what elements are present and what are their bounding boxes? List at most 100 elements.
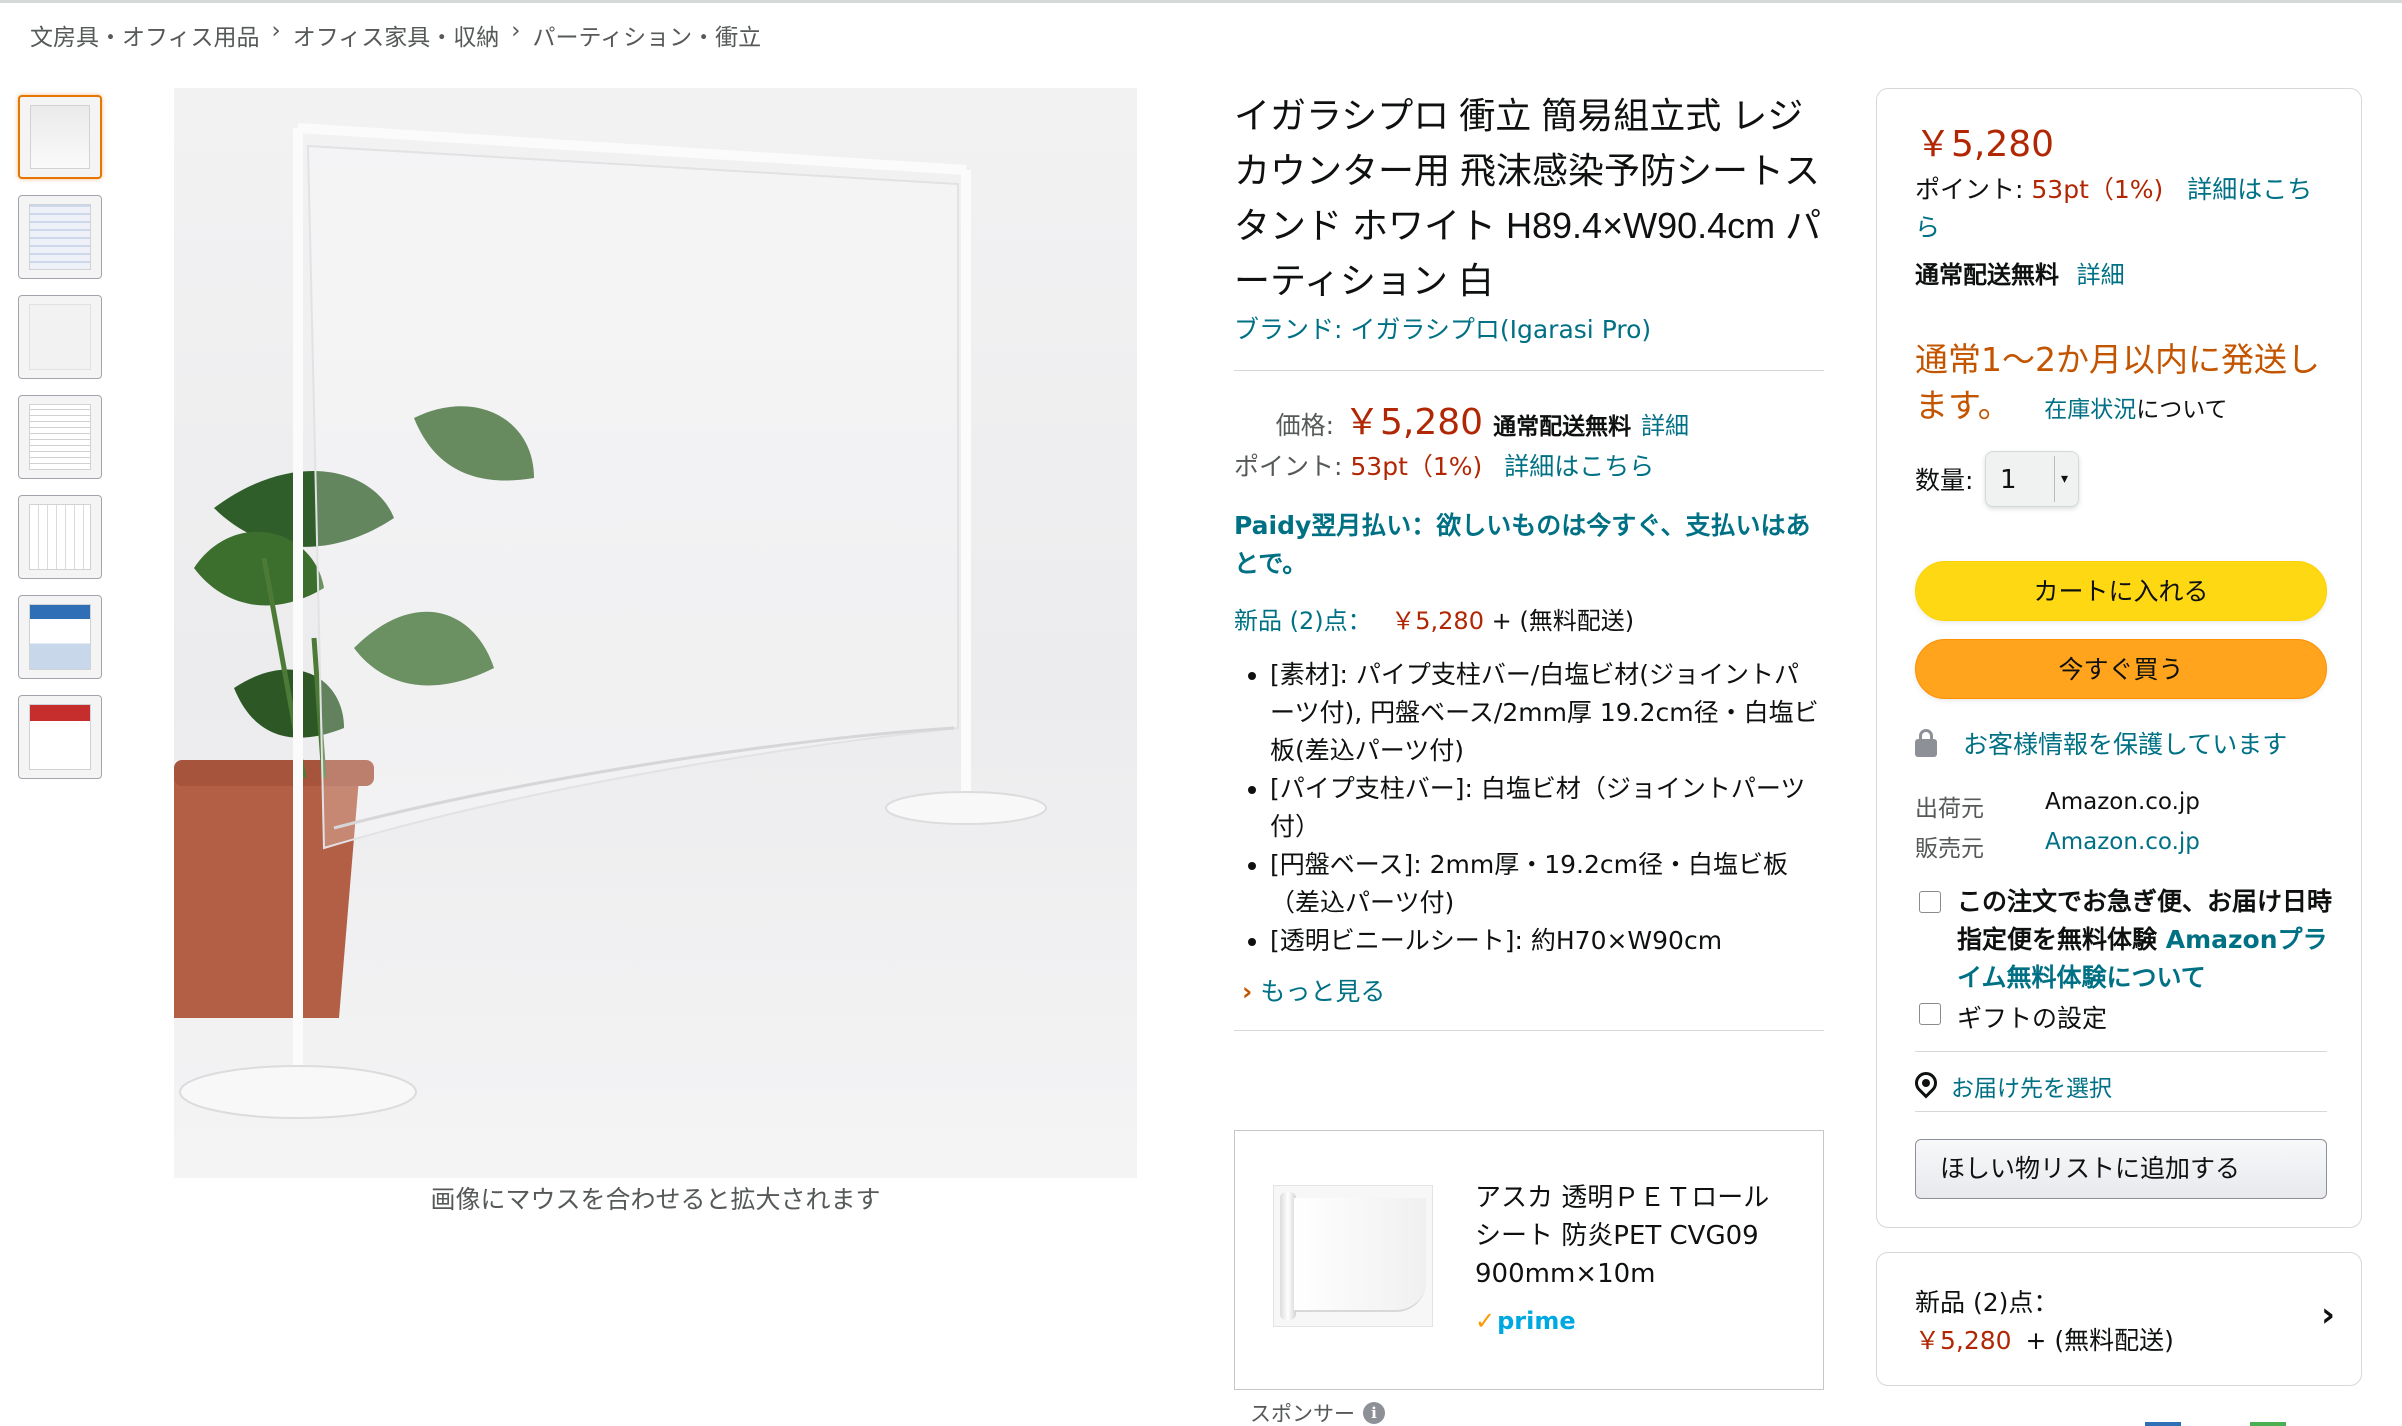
thumbnail-4[interactable] (18, 395, 102, 479)
other-sellers-price-row: ￥5,280 + (無料配送) (1915, 1321, 2174, 1357)
quantity-value: 1 (2000, 465, 2017, 495)
feature-bullet: [パイプ支柱バー]: 白塩ビ材（ジョイントパーツ付） (1270, 770, 1824, 846)
gift-checkbox[interactable] (1919, 1003, 1941, 1025)
feature-bullet: [透明ビニールシート]: 約H70×W90cm (1270, 922, 1824, 960)
main-product-image[interactable] (174, 88, 1137, 1178)
thumbnail-image (29, 604, 91, 670)
divider (1915, 1111, 2327, 1112)
sponsored-product-image (1273, 1185, 1433, 1327)
sponsored-product-card[interactable]: アスカ 透明ＰＥＴロールシート 防炎PET CVG09 900mm×10m ✓p… (1234, 1130, 1824, 1390)
thumbnail-image (29, 404, 91, 470)
thumbnail-2[interactable] (18, 195, 102, 279)
ships-from-label: 出荷元 (1915, 796, 1984, 822)
sponsored-product-title[interactable]: アスカ 透明ＰＥＴロールシート 防炎PET CVG09 900mm×10m (1475, 1179, 1795, 1293)
breadcrumb-separator: › (271, 18, 281, 44)
product-title: イガラシプロ 衝立 簡易組立式 レジカウンター用 飛沫感染予防シートスタンド ホ… (1234, 95, 1822, 301)
feature-bullets: [素材]: パイプ支柱バー/白塩ビ材(ジョイントパーツ付), 円盤ベース/2mm… (1234, 656, 1824, 960)
sponsored-label: スポンサー i (1250, 1398, 1385, 1426)
top-border (0, 0, 2402, 3)
thumbnail-3[interactable] (18, 295, 102, 379)
paidy-promo-link[interactable]: Paidy翌月払い：欲しいものは今すぐ、支払いはあとで。 (1234, 507, 1824, 583)
thumbnail-6[interactable] (18, 595, 102, 679)
decorative-bar (2250, 1422, 2286, 1426)
secure-transaction-text: お客様情報を保護しています (1963, 730, 2288, 759)
thumbnail-image (29, 704, 91, 770)
ships-from-value: Amazon.co.jp (2045, 789, 2200, 815)
buybox-shipping: 通常配送無料 詳細 (1915, 255, 2125, 290)
points-value: 53pt（1%) (1350, 452, 1483, 481)
zoom-hint: 画像にマウスを合わせると拡大されます (430, 1185, 881, 1214)
thumbnail-image (29, 304, 91, 370)
other-sellers-count: 新品 (2)点： (1915, 1288, 2059, 1317)
info-icon[interactable]: i (1363, 1402, 1385, 1424)
sold-by-link[interactable]: Amazon.co.jp (2045, 829, 2200, 863)
buybox-free-shipping: 通常配送無料 (1915, 261, 2059, 289)
new-offers-price: ￥5,280 (1391, 607, 1484, 635)
add-to-wishlist-button[interactable]: ほしい物リストに追加する (1915, 1139, 2327, 1199)
prime-badge: ✓prime (1475, 1307, 1576, 1335)
new-offers-link[interactable]: 新品 (2)点： (1234, 607, 1372, 635)
thumbnail-list (18, 95, 102, 795)
quantity-select[interactable]: 1 ▾ (1985, 451, 2079, 507)
breadcrumb-item-office-furniture[interactable]: オフィス家具・収納 (293, 18, 500, 52)
prime-trial-checkbox[interactable] (1919, 891, 1941, 913)
chevron-right-icon: › (2320, 1295, 2335, 1335)
points-row: ポイント: 53pt（1%) 詳細はこちら (1234, 447, 1824, 483)
product-details: イガラシプロ 衝立 簡易組立式 レジカウンター用 飛沫感染予防シートスタンド ホ… (1234, 88, 1824, 1031)
free-shipping-label: 通常配送無料 (1493, 414, 1632, 440)
price-value: ￥5,280 (1344, 402, 1484, 443)
divider (1915, 1051, 2327, 1052)
sold-by-label: 販売元 (1915, 836, 1984, 862)
sold-by-row: 販売元 Amazon.co.jp (1915, 829, 2200, 863)
location-pin-icon (1910, 1067, 1942, 1100)
brand-link[interactable]: ブランド: イガラシプロ(Igarasi Pro) (1234, 315, 1651, 344)
sponsored-text: スポンサー (1250, 1402, 1355, 1426)
secure-transaction-link[interactable]: お客様情報を保護しています (1915, 725, 2287, 761)
points-label: ポイント: (1234, 452, 1343, 481)
thumbnail-7[interactable] (18, 695, 102, 779)
dropdown-arrow-icon: ▾ (2054, 456, 2074, 502)
see-more-label: もっと見る (1260, 977, 1386, 1006)
breadcrumb-item-stationery[interactable]: 文房具・オフィス用品 (30, 18, 260, 52)
feature-bullet: [円盤ベース]: 2mm厚・19.2cm径・白塩ビ板（差込パーツ付) (1270, 846, 1824, 922)
thumbnail-1[interactable] (18, 95, 102, 179)
product-photo-illustration (174, 123, 1047, 1119)
price-row: 価格: ￥5,280 通常配送無料 詳細 (1234, 393, 1824, 445)
stock-status-link[interactable]: 在庫状況 (2044, 397, 2136, 423)
buybox-shipping-details-link[interactable]: 詳細 (2077, 261, 2125, 289)
buy-now-button[interactable]: 今すぐ買う (1915, 639, 2327, 699)
prime-trial-offer: この注文でお急ぎ便、お届け日時指定便を無料体験 Amazonプライム無料体験につ… (1957, 883, 2347, 997)
thumbnail-image (30, 105, 90, 169)
ships-from-row: 出荷元 Amazon.co.jp (1915, 789, 2200, 823)
check-icon: ✓ (1475, 1307, 1496, 1335)
divider (1234, 370, 1824, 371)
quantity-label: 数量: (1915, 466, 1974, 495)
prime-label: prime (1497, 1307, 1576, 1335)
buybox-points-value: 53pt（1%) (2031, 175, 2164, 204)
buybox-points: ポイント: 53pt（1%) 詳細はこちら (1915, 171, 2335, 247)
points-details-link[interactable]: 詳細はこちら (1504, 452, 1654, 481)
feature-bullet: [素材]: パイプ支柱バー/白塩ビ材(ジョイントパーツ付), 円盤ベース/2mm… (1270, 656, 1824, 770)
new-offers-row: 新品 (2)点： ￥5,280 + (無料配送) (1234, 601, 1824, 636)
add-to-cart-button[interactable]: カートに入れる (1915, 561, 2327, 621)
lock-icon (1915, 729, 1937, 757)
buybox-points-label: ポイント: (1915, 175, 2024, 204)
divider (1234, 1030, 1824, 1031)
breadcrumb: 文房具・オフィス用品 › オフィス家具・収納 › パーティション・衝立 (30, 18, 761, 52)
shipping-details-link[interactable]: 詳細 (1641, 406, 1689, 441)
deliver-to-link[interactable]: お届け先を選択 (1910, 1067, 2112, 1103)
other-sellers-shipping: + (無料配送) (2025, 1326, 2174, 1355)
see-more-link[interactable]: › もっと見る (1234, 972, 1824, 1008)
price-label: 価格: (1275, 411, 1334, 440)
availability-message: 通常1～2か月以内に発送します。 在庫状況について (1915, 337, 2335, 433)
buy-box: ￥5,280 ポイント: 53pt（1%) 詳細はこちら 通常配送無料 詳細 通… (1876, 88, 2362, 1228)
buybox-price: ￥5,280 (1915, 124, 2055, 165)
other-sellers-box[interactable]: 新品 (2)点： ￥5,280 + (無料配送) › (1876, 1252, 2362, 1386)
thumbnail-5[interactable] (18, 495, 102, 579)
decorative-bar (2145, 1422, 2181, 1426)
thumbnail-image (29, 204, 91, 270)
deliver-to-text: お届け先を選択 (1951, 1076, 2112, 1102)
new-offers-shipping: + (無料配送) (1491, 607, 1635, 635)
breadcrumb-item-partitions[interactable]: パーティション・衝立 (533, 18, 762, 52)
breadcrumb-separator: › (511, 18, 521, 44)
